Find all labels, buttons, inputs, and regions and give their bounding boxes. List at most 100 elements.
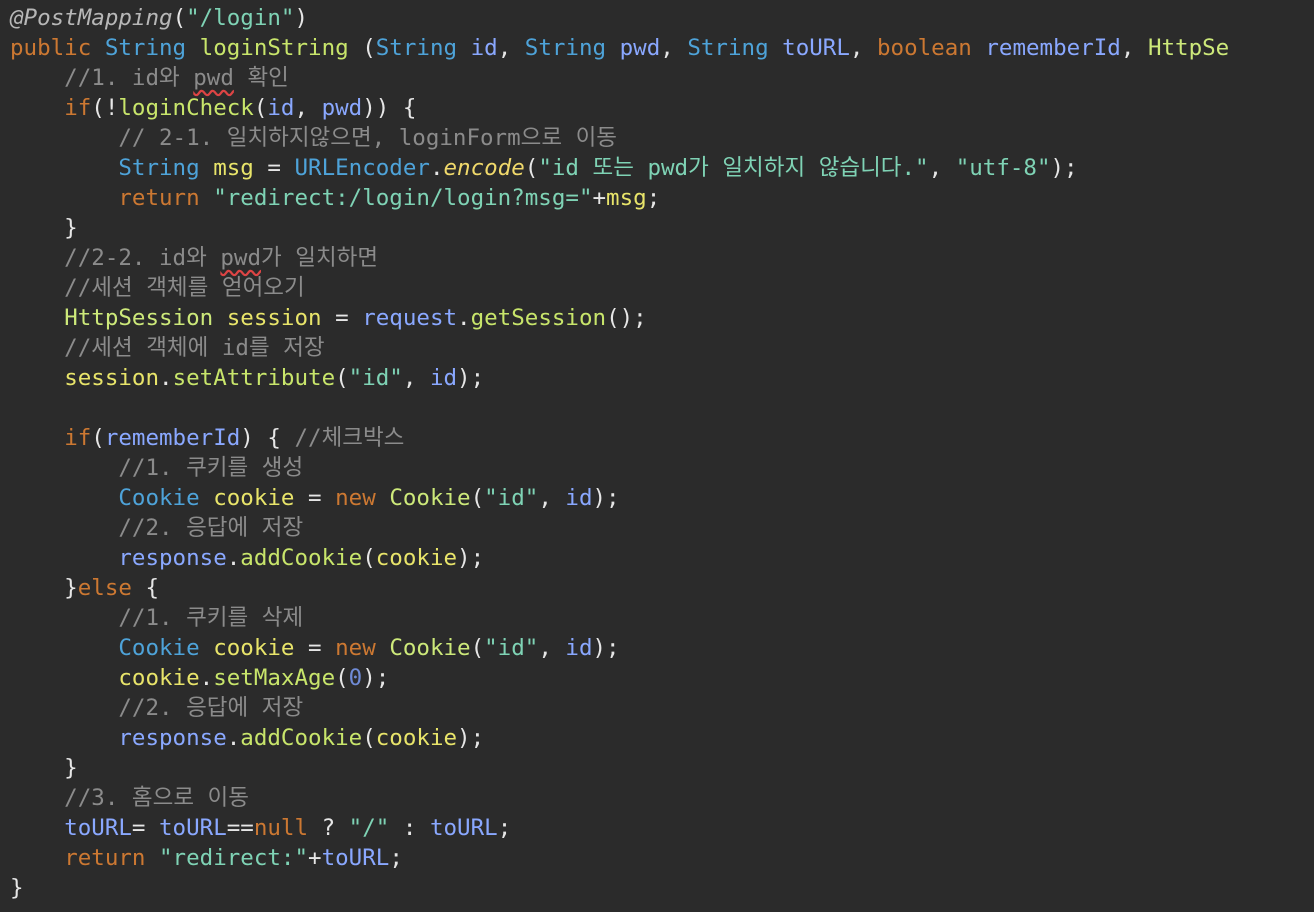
code-token-comment: //3. 홈으로 이동 — [10, 785, 249, 811]
code-token-plain: , — [660, 35, 688, 61]
code-line[interactable]: if(rememberId) { //체크박스 — [10, 423, 1229, 453]
editor-bottom-edge — [0, 900, 1314, 912]
code-line[interactable]: //1. 쿠키를 생성 — [10, 453, 1229, 483]
code-token-type: Cookie — [118, 635, 200, 661]
code-token-plain: } — [10, 575, 78, 601]
code-token-plain: ; — [389, 845, 403, 871]
code-token-comment: //2. 응답에 저장 — [10, 695, 304, 721]
code-token-plain: , — [538, 635, 566, 661]
code-line[interactable]: return "redirect:"+toURL; — [10, 843, 1229, 873]
code-line[interactable]: String msg = URLEncoder.encode("id 또는 pw… — [10, 153, 1229, 183]
code-line[interactable]: //3. 홈으로 이동 — [10, 783, 1229, 813]
code-line[interactable]: public String loginString (String id, St… — [10, 33, 1229, 63]
code-token-plain: = — [253, 155, 295, 181]
code-line[interactable]: //1. id와 pwd 확인 — [10, 63, 1229, 93]
code-line[interactable]: if(!loginCheck(id, pwd)) { — [10, 93, 1229, 123]
code-token-string: "/login" — [186, 5, 295, 31]
code-token-plain: ) — [294, 5, 309, 31]
code-token-param: id — [565, 485, 593, 511]
code-line[interactable]: HttpSession session = request.getSession… — [10, 303, 1229, 333]
code-token-method: addCookie — [240, 725, 363, 751]
code-line[interactable]: } — [10, 753, 1229, 783]
code-line[interactable]: return "redirect:/login/login?msg="+msg; — [10, 183, 1229, 213]
code-line[interactable]: //1. 쿠키를 삭제 — [10, 603, 1229, 633]
code-token-plain: ); — [1050, 155, 1078, 181]
code-token-plain: . — [226, 725, 241, 751]
code-token-keyword: null — [253, 815, 309, 841]
code-token-keyword: new — [335, 485, 376, 511]
code-token-string: "id" — [484, 635, 539, 661]
code-token-string: "redirect:" — [159, 845, 309, 871]
code-token-comment: //1. id와 — [10, 65, 194, 91]
code-token-param: id — [429, 365, 458, 391]
code-token-comment: //체크박스 — [294, 425, 405, 451]
code-line[interactable]: response.addCookie(cookie); — [10, 543, 1229, 573]
code-area[interactable]: @PostMapping("/login") public String logi… — [10, 3, 1229, 903]
code-token-plain: . — [457, 305, 471, 331]
code-token-param: pwd — [321, 95, 363, 121]
code-line[interactable]: @PostMapping("/login") — [10, 3, 1229, 33]
code-token-plain: } — [10, 215, 78, 241]
code-token-param: toURL — [159, 815, 227, 841]
code-token-var: cookie — [118, 665, 200, 691]
code-token-comment: //1. 쿠키를 생성 — [10, 455, 304, 481]
code-line[interactable]: } — [10, 213, 1229, 243]
code-token-plain: == — [226, 815, 254, 841]
code-line[interactable]: session.setAttribute("id", id); — [10, 363, 1229, 393]
code-token-plain: (! — [91, 95, 119, 121]
code-line[interactable]: cookie.setMaxAge(0); — [10, 663, 1229, 693]
code-token-param: pwd — [619, 35, 661, 61]
code-token-type: Cookie — [118, 485, 200, 511]
code-token-param: request — [362, 305, 458, 331]
code-token-plain: ( — [335, 665, 349, 691]
code-token-plain: . — [429, 155, 444, 181]
code-line[interactable]: //2. 응답에 저장 — [10, 513, 1229, 543]
code-line[interactable]: }else { — [10, 573, 1229, 603]
code-token-class: Cookie — [389, 485, 471, 511]
code-line[interactable]: //세션 객체에 id를 저장 — [10, 333, 1229, 363]
code-token-plain: ( — [362, 725, 376, 751]
code-token-var: cookie — [375, 725, 458, 751]
code-token-param: id — [470, 35, 498, 61]
code-token-var: cookie — [213, 485, 295, 511]
code-line[interactable]: // 2-1. 일치하지않으면, loginForm으로 이동 — [10, 123, 1229, 153]
code-token-typo: pwd — [220, 245, 261, 271]
code-token-plain: ); — [457, 365, 485, 391]
code-token-param: toURL — [64, 815, 132, 841]
code-token-plain: ( — [172, 5, 187, 31]
code-token-plain: , — [497, 35, 525, 61]
code-token-plain: , — [294, 95, 322, 121]
code-token-string: "id 또는 pwd가 일치하지 않습니다." — [538, 155, 929, 181]
code-editor[interactable]: @PostMapping("/login") public String logi… — [0, 0, 1314, 912]
code-token-type: String — [524, 35, 607, 61]
code-line[interactable]: //세션 객체를 얻어오기 — [10, 273, 1229, 303]
code-line[interactable]: //2. 응답에 저장 — [10, 693, 1229, 723]
code-line[interactable]: } — [10, 873, 1229, 903]
code-line[interactable] — [10, 393, 1229, 423]
code-token-number: 0 — [348, 665, 363, 691]
code-line[interactable]: //2-2. id와 pwd가 일치하면 — [10, 243, 1229, 273]
code-token-keyword: if — [64, 95, 92, 121]
code-token-plain: ); — [592, 635, 620, 661]
code-line[interactable]: Cookie cookie = new Cookie("id", id); — [10, 633, 1229, 663]
code-token-plain: )) { — [362, 95, 417, 121]
code-token-plain: } — [10, 875, 24, 901]
code-token-plain: ); — [592, 485, 620, 511]
code-token-comment: //세션 객체를 얻어오기 — [10, 275, 305, 301]
code-line[interactable]: toURL= toURL==null ? "/" : toURL; — [10, 813, 1229, 843]
code-token-var: cookie — [213, 635, 295, 661]
code-line[interactable]: Cookie cookie = new Cookie("id", id); — [10, 483, 1229, 513]
code-token-string: "utf-8" — [955, 155, 1051, 181]
code-line[interactable]: response.addCookie(cookie); — [10, 723, 1229, 753]
code-token-method: addCookie — [240, 545, 363, 571]
